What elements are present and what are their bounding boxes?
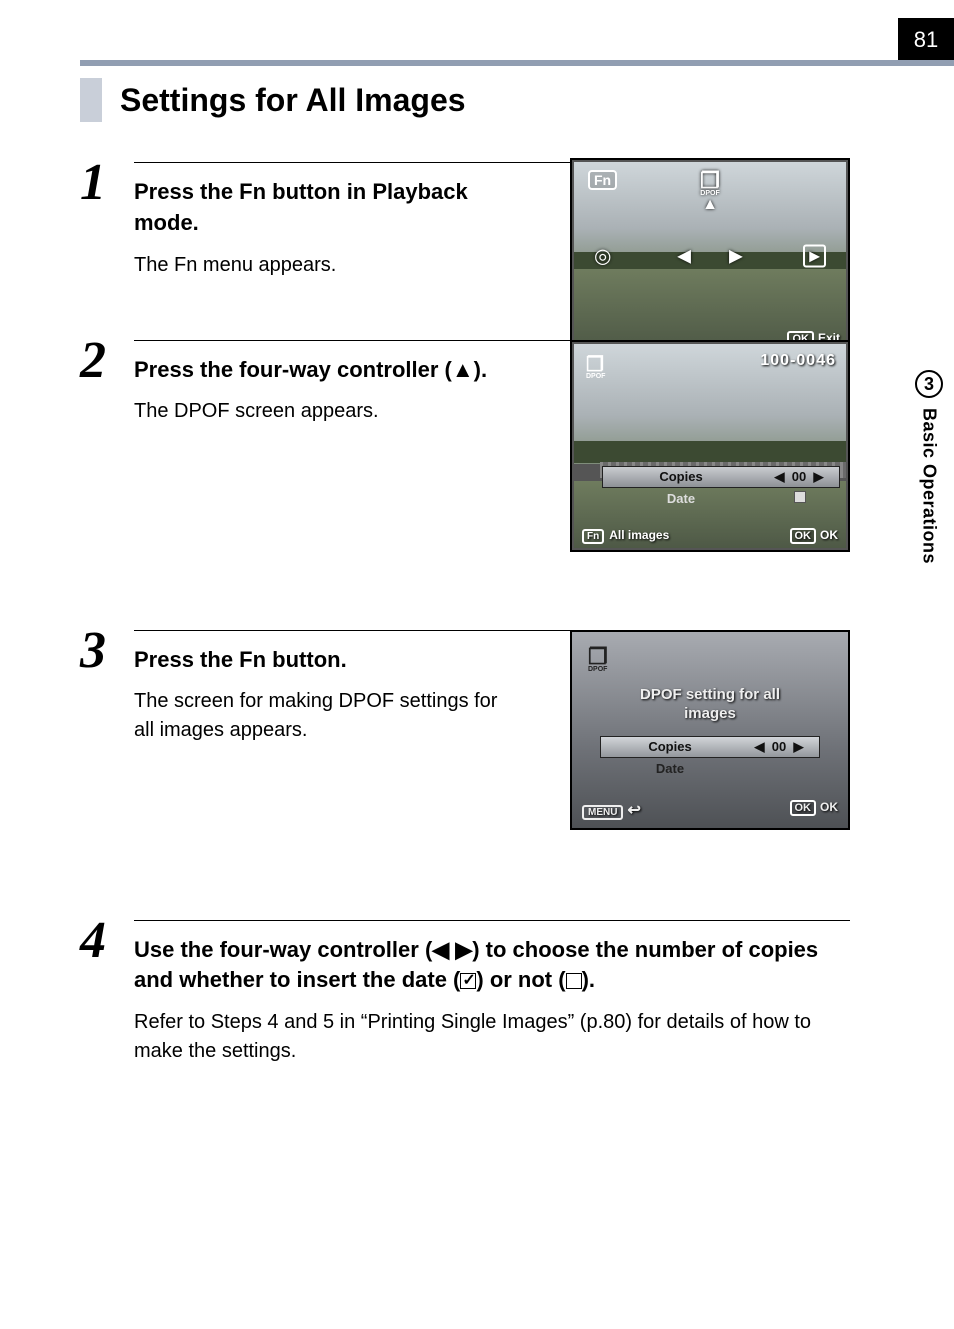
content-area: Settings for All Images 1 Press the Fn b… (80, 78, 850, 1126)
chapter-number: 3 (915, 370, 943, 398)
menu-badge-icon: MENU (582, 805, 623, 820)
text: DPOF setting for all (640, 686, 780, 703)
date-label: Date (600, 761, 740, 776)
text: Press the four-way controller ( (134, 357, 452, 382)
copies-label: Copies (603, 469, 759, 484)
playback-mode-icon: ▶ (803, 244, 826, 267)
text: button. (266, 647, 347, 672)
step-number: 4 (80, 920, 134, 1067)
bottom-hints: Fn All images OKOK (582, 528, 838, 542)
step-heading: Press the Fn button in Playback mode. (134, 177, 494, 239)
date-row: Date (600, 758, 820, 780)
step-number: 3 (80, 630, 134, 860)
fn-badge-icon: Fn (588, 170, 617, 190)
section-heading: Settings for All Images (80, 78, 850, 122)
checkbox-empty-icon (794, 491, 806, 503)
copies-label: Copies (601, 739, 739, 754)
text: ). (474, 357, 487, 382)
ok-badge-icon: OK (790, 800, 817, 816)
arrow-left-icon: ◀ (775, 469, 785, 484)
arrow-row: ◀ ▶ (677, 245, 743, 266)
dpof-icon: ❐ (588, 644, 848, 673)
header-strip (80, 60, 954, 66)
arrow-left-icon: ◀ (755, 739, 765, 754)
step-heading: Use the four-way controller (◀ ▶) to cho… (134, 935, 850, 997)
fn-symbol: Fn (239, 179, 266, 204)
step-1: 1 Press the Fn button in Playback mode. … (80, 162, 850, 280)
arrow-right-icon: ▶ (813, 469, 823, 484)
arrow-right-icon: ▶ (793, 739, 803, 754)
ok-badge-icon: OK (790, 528, 817, 544)
dpof-all-message: DPOF setting for all images (572, 685, 848, 724)
text: images (684, 705, 736, 722)
text: Use the four-way controller ( (134, 937, 432, 962)
arrow-up-icon: ▲ (452, 357, 474, 382)
text: All images (609, 528, 669, 542)
text: Press the (134, 647, 239, 672)
copies-value: ◀ 00 ▶ (759, 469, 839, 485)
all-images-hint: Fn All images (582, 528, 669, 542)
value: 00 (772, 739, 786, 754)
date-row: Date (602, 488, 840, 510)
fn-symbol: Fn (239, 647, 266, 672)
step-4: 4 Use the four-way controller (◀ ▶) to c… (80, 920, 850, 1067)
lcd-screen-fn-menu: Fn ❐ ▲ ◀ ▶ ◎ ▶ OKExit (570, 158, 850, 353)
ok-hint: OKOK (790, 528, 839, 542)
text: OK (820, 800, 838, 814)
arrow-left-icon: ◀ (677, 245, 691, 266)
text: ). (582, 967, 595, 992)
file-number-label: 100-0046 (760, 352, 836, 370)
page: 81 3 Basic Operations Settings for All I… (0, 0, 954, 1329)
copies-row: Copies ◀ 00 ▶ (602, 466, 840, 488)
dpof-icon: ❐ (586, 352, 605, 380)
text: OK (820, 528, 838, 542)
lcd-screen-dpof-all: ❐ DPOF setting for all images Copies ◀ 0… (570, 630, 850, 830)
checkbox-empty-icon (566, 973, 582, 989)
step-3: 3 Press the Fn button. The screen for ma… (80, 630, 850, 860)
copies-value: ◀ 00 ▶ (739, 739, 819, 755)
page-number-tab: 81 (898, 18, 954, 62)
fn-badge-icon: Fn (582, 529, 604, 544)
checkbox-checked-icon (460, 973, 476, 989)
chapter-label: Basic Operations (919, 408, 940, 564)
step-text: The screen for making DPOF settings for … (134, 687, 514, 745)
lcd-screen-dpof-single: ❐ 100-0046 Copies ◀ 00 ▶ Date (570, 340, 850, 552)
capture-mode-icon: ◎ (594, 243, 611, 268)
arrow-up-icon: ▲ (702, 196, 718, 214)
side-tab: 3 Basic Operations (904, 370, 954, 630)
step-text: Refer to Steps 4 and 5 in “Printing Sing… (134, 1008, 850, 1066)
section-bar-icon (80, 78, 102, 122)
section-title: Settings for All Images (120, 82, 466, 119)
step-2: 2 Press the four-way controller (▲). The… (80, 340, 850, 570)
copies-row: Copies ◀ 00 ▶ (600, 736, 820, 758)
menu-back-hint: MENU ↩ (582, 800, 641, 820)
text: ) or not ( (476, 967, 565, 992)
arrow-right-icon: ▶ (729, 245, 743, 266)
step-number: 1 (80, 162, 134, 280)
step-number: 2 (80, 340, 134, 570)
bottom-hints: MENU ↩ OKOK (582, 800, 838, 820)
dpof-panel: Copies ◀ 00 ▶ Date (602, 466, 840, 510)
back-icon: ↩ (627, 802, 640, 819)
ok-hint: OKOK (790, 800, 839, 820)
dpof-icon: ❐ (700, 168, 720, 197)
step-heading: Press the four-way controller (▲). (134, 355, 504, 386)
dpof-panel: Copies ◀ 00 ▶ Date (600, 736, 820, 780)
text: Press the (134, 179, 239, 204)
arrow-left-right-icon: ◀ ▶ (432, 937, 472, 962)
date-label: Date (602, 491, 760, 506)
value: 00 (792, 469, 806, 484)
